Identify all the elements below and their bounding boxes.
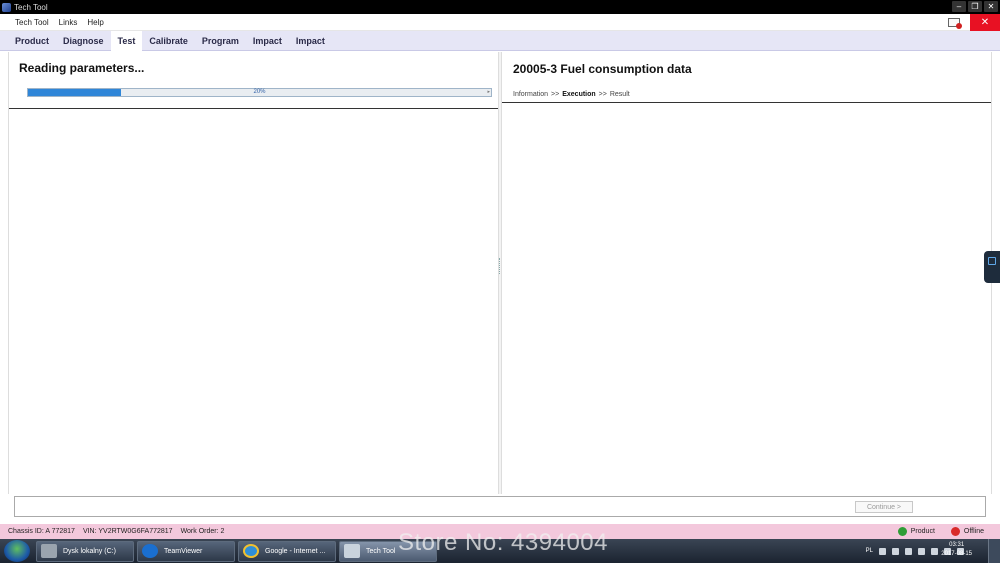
window-titlebar: Tech Tool – ❐ ✕	[0, 0, 1000, 14]
tab-impact[interactable]: Impact	[246, 31, 289, 51]
minimize-icon[interactable]: –	[952, 1, 966, 12]
bluetooth-icon[interactable]	[892, 547, 899, 555]
action-bar: Continue >	[14, 496, 986, 517]
show-desktop-button[interactable]	[988, 539, 1000, 563]
close-icon[interactable]: ✕	[970, 14, 1000, 31]
main-tab-bar: Product Diagnose Test Calibrate Program …	[0, 30, 1000, 51]
offline-status: Offline	[963, 528, 984, 535]
menu-help[interactable]: Help	[87, 18, 103, 27]
menu-bar: Tech Tool Links Help ✕	[0, 14, 1000, 31]
taskbar-item-explorer[interactable]: Dysk lokalny (C:)	[36, 540, 134, 562]
menu-right-controls: ✕	[948, 14, 1000, 31]
splitter-grip-icon[interactable]	[499, 258, 501, 274]
menu-tech-tool[interactable]: Tech Tool	[15, 18, 49, 27]
teamviewer-icon	[142, 544, 158, 558]
taskbar-item-browser[interactable]: Google - Internet ...	[238, 540, 336, 562]
clock[interactable]: 03:31 2017-08-15	[941, 541, 972, 559]
breadcrumb: Information >> Execution >> Result	[513, 91, 630, 98]
tab-calibrate[interactable]: Calibrate	[142, 31, 195, 51]
side-panel-tab[interactable]	[984, 251, 1000, 283]
watermark: Store No: 4394004	[398, 529, 608, 556]
window-title: Tech Tool	[14, 2, 48, 12]
taskbar-label: TeamViewer	[164, 547, 203, 555]
continue-button[interactable]: Continue >	[855, 501, 913, 513]
right-pane: 20005-3 Fuel consumption data Informatio…	[502, 52, 992, 494]
taskbar-label: Dysk lokalny (C:)	[63, 547, 116, 555]
language-indicator[interactable]: PL	[866, 548, 873, 554]
internet-explorer-icon	[243, 544, 259, 558]
taskbar-label: Tech Tool	[366, 547, 396, 555]
product-ok-icon	[897, 527, 907, 536]
chassis-id: Chassis ID: A 772817	[8, 528, 75, 535]
flag-icon[interactable]	[918, 547, 925, 555]
connection-status: Product Offline	[897, 524, 984, 539]
progress-bar: 20% ▸	[27, 88, 492, 97]
side-panel-icon	[988, 257, 996, 265]
tab-test[interactable]: Test	[110, 30, 143, 51]
network-icon[interactable]	[931, 547, 938, 555]
breadcrumb-result: Result	[609, 91, 630, 98]
right-divider	[502, 102, 991, 103]
tab-program[interactable]: Program	[195, 31, 246, 51]
clock-time: 03:31	[949, 542, 965, 548]
clock-date: 2017-08-15	[941, 551, 972, 557]
tech-tool-app-icon	[2, 2, 11, 12]
offline-icon	[950, 527, 960, 536]
progress-percent-label: 20%	[253, 89, 266, 95]
tab-impact-2[interactable]: Impact	[289, 31, 332, 51]
vin: VIN: YV2RTW0G6FA772817	[82, 528, 173, 535]
window-close-icon[interactable]: ✕	[984, 1, 998, 12]
progress-end-icon: ▸	[487, 89, 490, 95]
breadcrumb-separator: >>	[598, 91, 607, 98]
menu-links[interactable]: Links	[59, 18, 78, 27]
reading-status-title: Reading parameters...	[19, 61, 145, 75]
tray-app-icon[interactable]	[905, 547, 912, 555]
product-status: Product	[910, 528, 935, 535]
tray-arrow-icon[interactable]	[879, 547, 886, 555]
window-controls: – ❐ ✕	[952, 1, 998, 12]
left-divider	[9, 108, 498, 109]
test-title: 20005-3 Fuel consumption data	[513, 62, 692, 76]
work-order: Work Order: 2	[180, 528, 225, 535]
breadcrumb-information: Information	[513, 91, 549, 98]
taskbar-label: Google - Internet ...	[265, 547, 326, 555]
taskbar-item-teamviewer[interactable]: TeamViewer	[137, 540, 235, 562]
tab-product[interactable]: Product	[8, 31, 56, 51]
tab-diagnose[interactable]: Diagnose	[56, 31, 111, 51]
breadcrumb-separator: >>	[551, 91, 560, 98]
tech-tool-icon	[344, 544, 360, 558]
mail-alert-icon[interactable]	[948, 18, 962, 29]
breadcrumb-execution: Execution	[562, 91, 596, 98]
drive-icon	[41, 544, 57, 558]
restore-icon[interactable]: ❐	[968, 1, 982, 12]
start-button-icon[interactable]	[4, 540, 30, 562]
left-pane: Reading parameters... 20% ▸	[8, 52, 498, 494]
